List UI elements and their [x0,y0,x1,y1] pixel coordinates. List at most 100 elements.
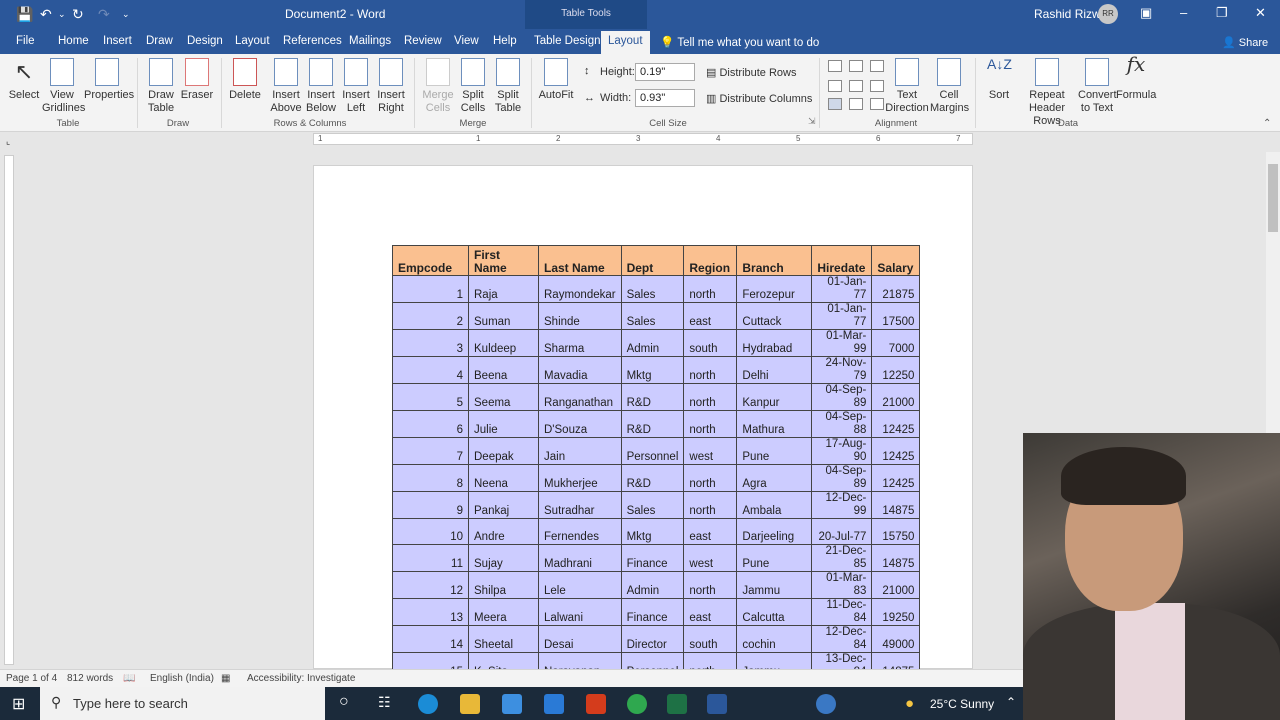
collapse-ribbon-icon[interactable]: ⌃ [1263,118,1271,129]
cell-empcode[interactable]: 8 [392,464,469,492]
customize-toolbar-icon[interactable]: ⌄ [122,9,130,20]
cell-first-name[interactable]: Deepak [468,437,539,465]
windows-start-icon[interactable]: ⊞ [12,694,25,714]
user-name[interactable]: Rashid Rizwi [1034,7,1103,21]
tab-help[interactable]: Help [493,35,517,47]
cell-first-name[interactable]: Raja [468,275,539,303]
tab-home[interactable]: Home [58,35,89,47]
redo-icon[interactable]: ↻ [72,6,84,23]
cell-branch[interactable]: Mathura [736,410,813,438]
split-table-button[interactable]: Split Table [491,58,525,115]
cell-first-name[interactable]: Beena [468,356,539,384]
cortana-icon[interactable]: ○ [339,693,349,711]
cell-branch[interactable]: Ferozepur [736,275,813,303]
header-last-name[interactable]: Last Name [538,245,622,276]
cell-size-dialog-launcher-icon[interactable]: ⇲ [808,116,816,127]
tab-table-design[interactable]: Table Design [534,35,600,47]
cell-last-name[interactable]: Jain [538,437,622,465]
tab-insert[interactable]: Insert [103,35,132,47]
cell-last-name[interactable]: Mavadia [538,356,622,384]
header-empcode[interactable]: Empcode [392,245,469,276]
cell-hiredate[interactable]: 01-Jan-77 [811,275,873,303]
cell-salary[interactable]: 19250 [871,598,921,626]
cell-hiredate[interactable]: 12-Dec-99 [811,491,873,519]
tab-design[interactable]: Design [187,35,223,47]
table-row[interactable]: 12 Shilpa Lele Admin north Jammu 01-Mar-83 2100… [392,571,921,599]
cell-dept[interactable]: Admin [620,571,685,599]
cell-branch[interactable]: cochin [736,625,813,653]
align-center-right-icon[interactable] [870,80,884,92]
header-first-name[interactable]: First Name [468,245,539,276]
cell-salary[interactable]: 17500 [871,302,921,330]
insert-right-button[interactable]: Insert Right [374,58,408,115]
table-row[interactable]: 7 Deepak Jain Personnel west Pune 17-Aug-90 124… [392,437,921,465]
cell-branch[interactable]: Pune [736,544,813,572]
cell-last-name[interactable]: Raymondekar [538,275,622,303]
horizontal-ruler[interactable]: 1 1 2 3 4 5 6 7 [313,133,973,145]
weather-text[interactable]: 25°C Sunny [930,697,994,711]
cell-dept[interactable]: Sales [620,275,685,303]
cell-empcode[interactable]: 12 [392,571,469,599]
dropbox-icon[interactable] [502,694,522,714]
table-row[interactable]: 14 Sheetal Desai Director south cochin 12-Dec-… [392,625,921,653]
cell-dept[interactable]: Director [620,625,685,653]
cell-first-name[interactable]: Neena [468,464,539,492]
cell-empcode[interactable]: 11 [392,544,469,572]
cell-dept[interactable]: Mktg [620,356,685,384]
cell-salary[interactable]: 14875 [871,491,921,519]
cell-salary[interactable]: 15750 [871,518,921,545]
cell-empcode[interactable]: 5 [392,383,469,411]
cell-empcode[interactable]: 2 [392,302,469,330]
mail-icon[interactable] [544,694,564,714]
cell-hiredate[interactable]: 04-Sep-89 [811,383,873,411]
tab-mailings[interactable]: Mailings [349,35,391,47]
insert-above-button[interactable]: Insert Above [268,58,304,115]
cell-dept[interactable]: Sales [620,302,685,330]
cell-region[interactable]: north [683,410,738,438]
document-page[interactable]: Empcode First Name Last Name Dept Region Bran… [313,165,973,706]
cell-dept[interactable]: Sales [620,491,685,519]
cell-branch[interactable]: Cuttack [736,302,813,330]
cell-region[interactable]: south [683,625,738,653]
align-top-right-icon[interactable] [870,60,884,72]
tab-selector-icon[interactable]: ⌞ [6,136,10,147]
cell-salary[interactable]: 49000 [871,625,921,653]
table-row[interactable]: 6 Julie D'Souza R&D north Mathura 04-Sep-88 124… [392,410,921,438]
language-indicator[interactable]: English (India) [150,673,214,684]
properties-button[interactable]: Properties [84,58,134,102]
cell-hiredate[interactable]: 04-Sep-88 [811,410,873,438]
cell-hiredate[interactable]: 11-Dec-84 [811,598,873,626]
scrollbar-thumb[interactable] [1268,164,1278,232]
help-icon[interactable] [816,694,836,714]
distribute-rows-button[interactable]: ▤ Distribute Rows [706,66,797,79]
tab-references[interactable]: References [283,35,342,47]
align-bottom-center-icon[interactable] [849,98,863,110]
tab-file[interactable]: File [16,35,35,47]
header-dept[interactable]: Dept [620,245,685,276]
cell-first-name[interactable]: Suman [468,302,539,330]
cell-hiredate[interactable]: 01-Mar-83 [811,571,873,599]
cell-last-name[interactable]: Madhrani [538,544,622,572]
cell-salary[interactable]: 12425 [871,410,921,438]
ribbon-display-icon[interactable]: ▣ [1140,5,1152,21]
cell-region[interactable]: east [683,518,738,545]
cell-branch[interactable]: Pune [736,437,813,465]
tab-view[interactable]: View [454,35,479,47]
cell-salary[interactable]: 21000 [871,383,921,411]
header-region[interactable]: Region [683,245,738,276]
align-bottom-right-icon[interactable] [870,98,884,110]
undo-icon[interactable]: ↶ [40,6,52,23]
cell-first-name[interactable]: Andre [468,518,539,545]
table-row[interactable]: 4 Beena Mavadia Mktg north Delhi 24-Nov-79 1225… [392,356,921,384]
cell-last-name[interactable]: D'Souza [538,410,622,438]
cell-salary[interactable]: 12250 [871,356,921,384]
cell-hiredate[interactable]: 21-Dec-85 [811,544,873,572]
cell-last-name[interactable]: Lalwani [538,598,622,626]
cell-hiredate[interactable]: 20-Jul-77 [811,518,873,545]
office-icon[interactable] [586,694,606,714]
cell-first-name[interactable]: Shilpa [468,571,539,599]
proofing-icon[interactable]: 📖 [123,673,135,684]
restore-icon[interactable]: ❐ [1216,5,1228,21]
header-salary[interactable]: Salary [871,245,921,276]
close-icon[interactable]: ✕ [1255,5,1266,21]
